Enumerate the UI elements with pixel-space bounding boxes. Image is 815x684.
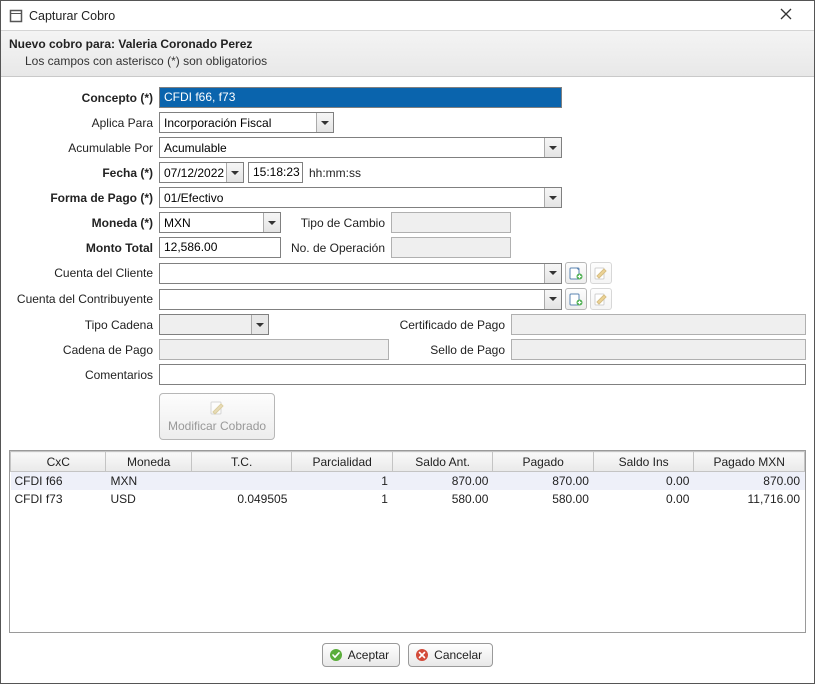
no-operacion-input bbox=[391, 237, 511, 258]
chevron-down-icon bbox=[544, 188, 561, 207]
add-contrib-account-button[interactable] bbox=[565, 288, 587, 310]
label-tipo-cadena: Tipo Cadena bbox=[9, 318, 159, 332]
edit-account-button bbox=[590, 262, 612, 284]
aceptar-label: Aceptar bbox=[348, 648, 389, 662]
table-row[interactable]: CFDI f66 MXN 1 870.00 870.00 0.00 870.00 bbox=[11, 472, 805, 490]
cert-pago-input bbox=[511, 314, 806, 335]
monto-total-input[interactable]: 12,586.00 bbox=[159, 237, 281, 258]
cxc-grid[interactable]: CxC Moneda T.C. Parcialidad Saldo Ant. P… bbox=[9, 450, 806, 633]
edit-contrib-account-button bbox=[590, 288, 612, 310]
fecha-value: 07/12/2022 bbox=[164, 166, 224, 180]
forma-pago-select[interactable]: 01/Efectivo bbox=[159, 187, 562, 208]
col-moneda[interactable]: Moneda bbox=[106, 452, 191, 472]
grid-header-row: CxC Moneda T.C. Parcialidad Saldo Ant. P… bbox=[11, 452, 805, 472]
subheader-title: Nuevo cobro para: Valeria Coronado Perez bbox=[9, 37, 806, 51]
cancelar-button[interactable]: Cancelar bbox=[408, 643, 493, 667]
cancelar-label: Cancelar bbox=[434, 648, 482, 662]
col-pagado-mxn[interactable]: Pagado MXN bbox=[694, 452, 805, 472]
subheader: Nuevo cobro para: Valeria Coronado Perez… bbox=[1, 31, 814, 77]
add-account-button[interactable] bbox=[565, 262, 587, 284]
comentarios-input[interactable] bbox=[159, 364, 806, 385]
label-comentarios: Comentarios bbox=[9, 368, 159, 382]
label-concepto: Concepto (*) bbox=[9, 91, 159, 105]
label-monto-total: Monto Total bbox=[9, 241, 159, 255]
tipo-cambio-input bbox=[391, 212, 511, 233]
aplica-para-select[interactable]: Incorporación Fiscal bbox=[159, 112, 334, 133]
moneda-select[interactable]: MXN bbox=[159, 212, 281, 233]
subheader-note: Los campos con asterisco (*) son obligat… bbox=[9, 54, 806, 68]
chevron-down-icon bbox=[544, 290, 561, 309]
chevron-down-icon bbox=[544, 138, 561, 157]
modificar-cobrado-label: Modificar Cobrado bbox=[168, 419, 266, 433]
label-fecha: Fecha (*) bbox=[9, 166, 159, 180]
col-cxc[interactable]: CxC bbox=[11, 452, 106, 472]
chevron-down-icon bbox=[263, 213, 280, 232]
tipo-cadena-select bbox=[159, 314, 269, 335]
col-tc[interactable]: T.C. bbox=[191, 452, 292, 472]
chevron-down-icon bbox=[226, 163, 243, 182]
label-forma-pago: Forma de Pago (*) bbox=[9, 191, 159, 205]
close-icon[interactable] bbox=[766, 7, 806, 24]
label-tipo-cambio: Tipo de Cambio bbox=[281, 216, 391, 230]
concepto-input[interactable]: CFDI f66, f73 bbox=[159, 87, 562, 108]
chevron-down-icon bbox=[316, 113, 333, 132]
label-no-operacion: No. de Operación bbox=[281, 241, 391, 255]
cancel-circle-icon bbox=[415, 648, 429, 662]
label-hhmmss: hh:mm:ss bbox=[303, 166, 367, 180]
cadena-pago-input bbox=[159, 339, 389, 360]
cuenta-contrib-select[interactable] bbox=[159, 289, 562, 310]
moneda-value: MXN bbox=[164, 216, 191, 230]
modificar-cobrado-button: Modificar Cobrado bbox=[159, 393, 275, 440]
label-sello-pago: Sello de Pago bbox=[389, 343, 511, 357]
app-icon bbox=[9, 9, 23, 23]
chevron-down-icon bbox=[544, 264, 561, 283]
acumulable-value: Acumulable bbox=[164, 141, 227, 155]
chevron-down-icon bbox=[251, 315, 268, 334]
label-moneda: Moneda (*) bbox=[9, 216, 159, 230]
acumulable-select[interactable]: Acumulable bbox=[159, 137, 562, 158]
forma-pago-value: 01/Efectivo bbox=[164, 191, 223, 205]
label-cert-pago: Certificado de Pago bbox=[279, 318, 511, 332]
label-acumulable: Acumulable Por bbox=[9, 141, 159, 155]
sello-pago-input bbox=[511, 339, 806, 360]
hora-input[interactable]: 15:18:23 bbox=[248, 162, 303, 183]
label-cadena-pago: Cadena de Pago bbox=[9, 343, 159, 357]
fecha-input[interactable]: 07/12/2022 bbox=[159, 162, 244, 183]
aceptar-button[interactable]: Aceptar bbox=[322, 643, 400, 667]
table-row[interactable]: CFDI f73 USD 0.049505 1 580.00 580.00 0.… bbox=[11, 490, 805, 508]
label-aplica: Aplica Para bbox=[9, 116, 159, 130]
label-cuenta-cliente: Cuenta del Cliente bbox=[9, 266, 159, 280]
col-pagado[interactable]: Pagado bbox=[493, 452, 594, 472]
col-saldo-ins[interactable]: Saldo Ins bbox=[593, 452, 694, 472]
check-circle-icon bbox=[329, 648, 343, 662]
col-parcialidad[interactable]: Parcialidad bbox=[292, 452, 393, 472]
window-title: Capturar Cobro bbox=[29, 9, 766, 23]
aplica-para-value: Incorporación Fiscal bbox=[164, 116, 271, 130]
label-cuenta-contrib: Cuenta del Contribuyente bbox=[9, 292, 159, 306]
col-saldo-ant[interactable]: Saldo Ant. bbox=[392, 452, 493, 472]
cuenta-cliente-select[interactable] bbox=[159, 263, 562, 284]
